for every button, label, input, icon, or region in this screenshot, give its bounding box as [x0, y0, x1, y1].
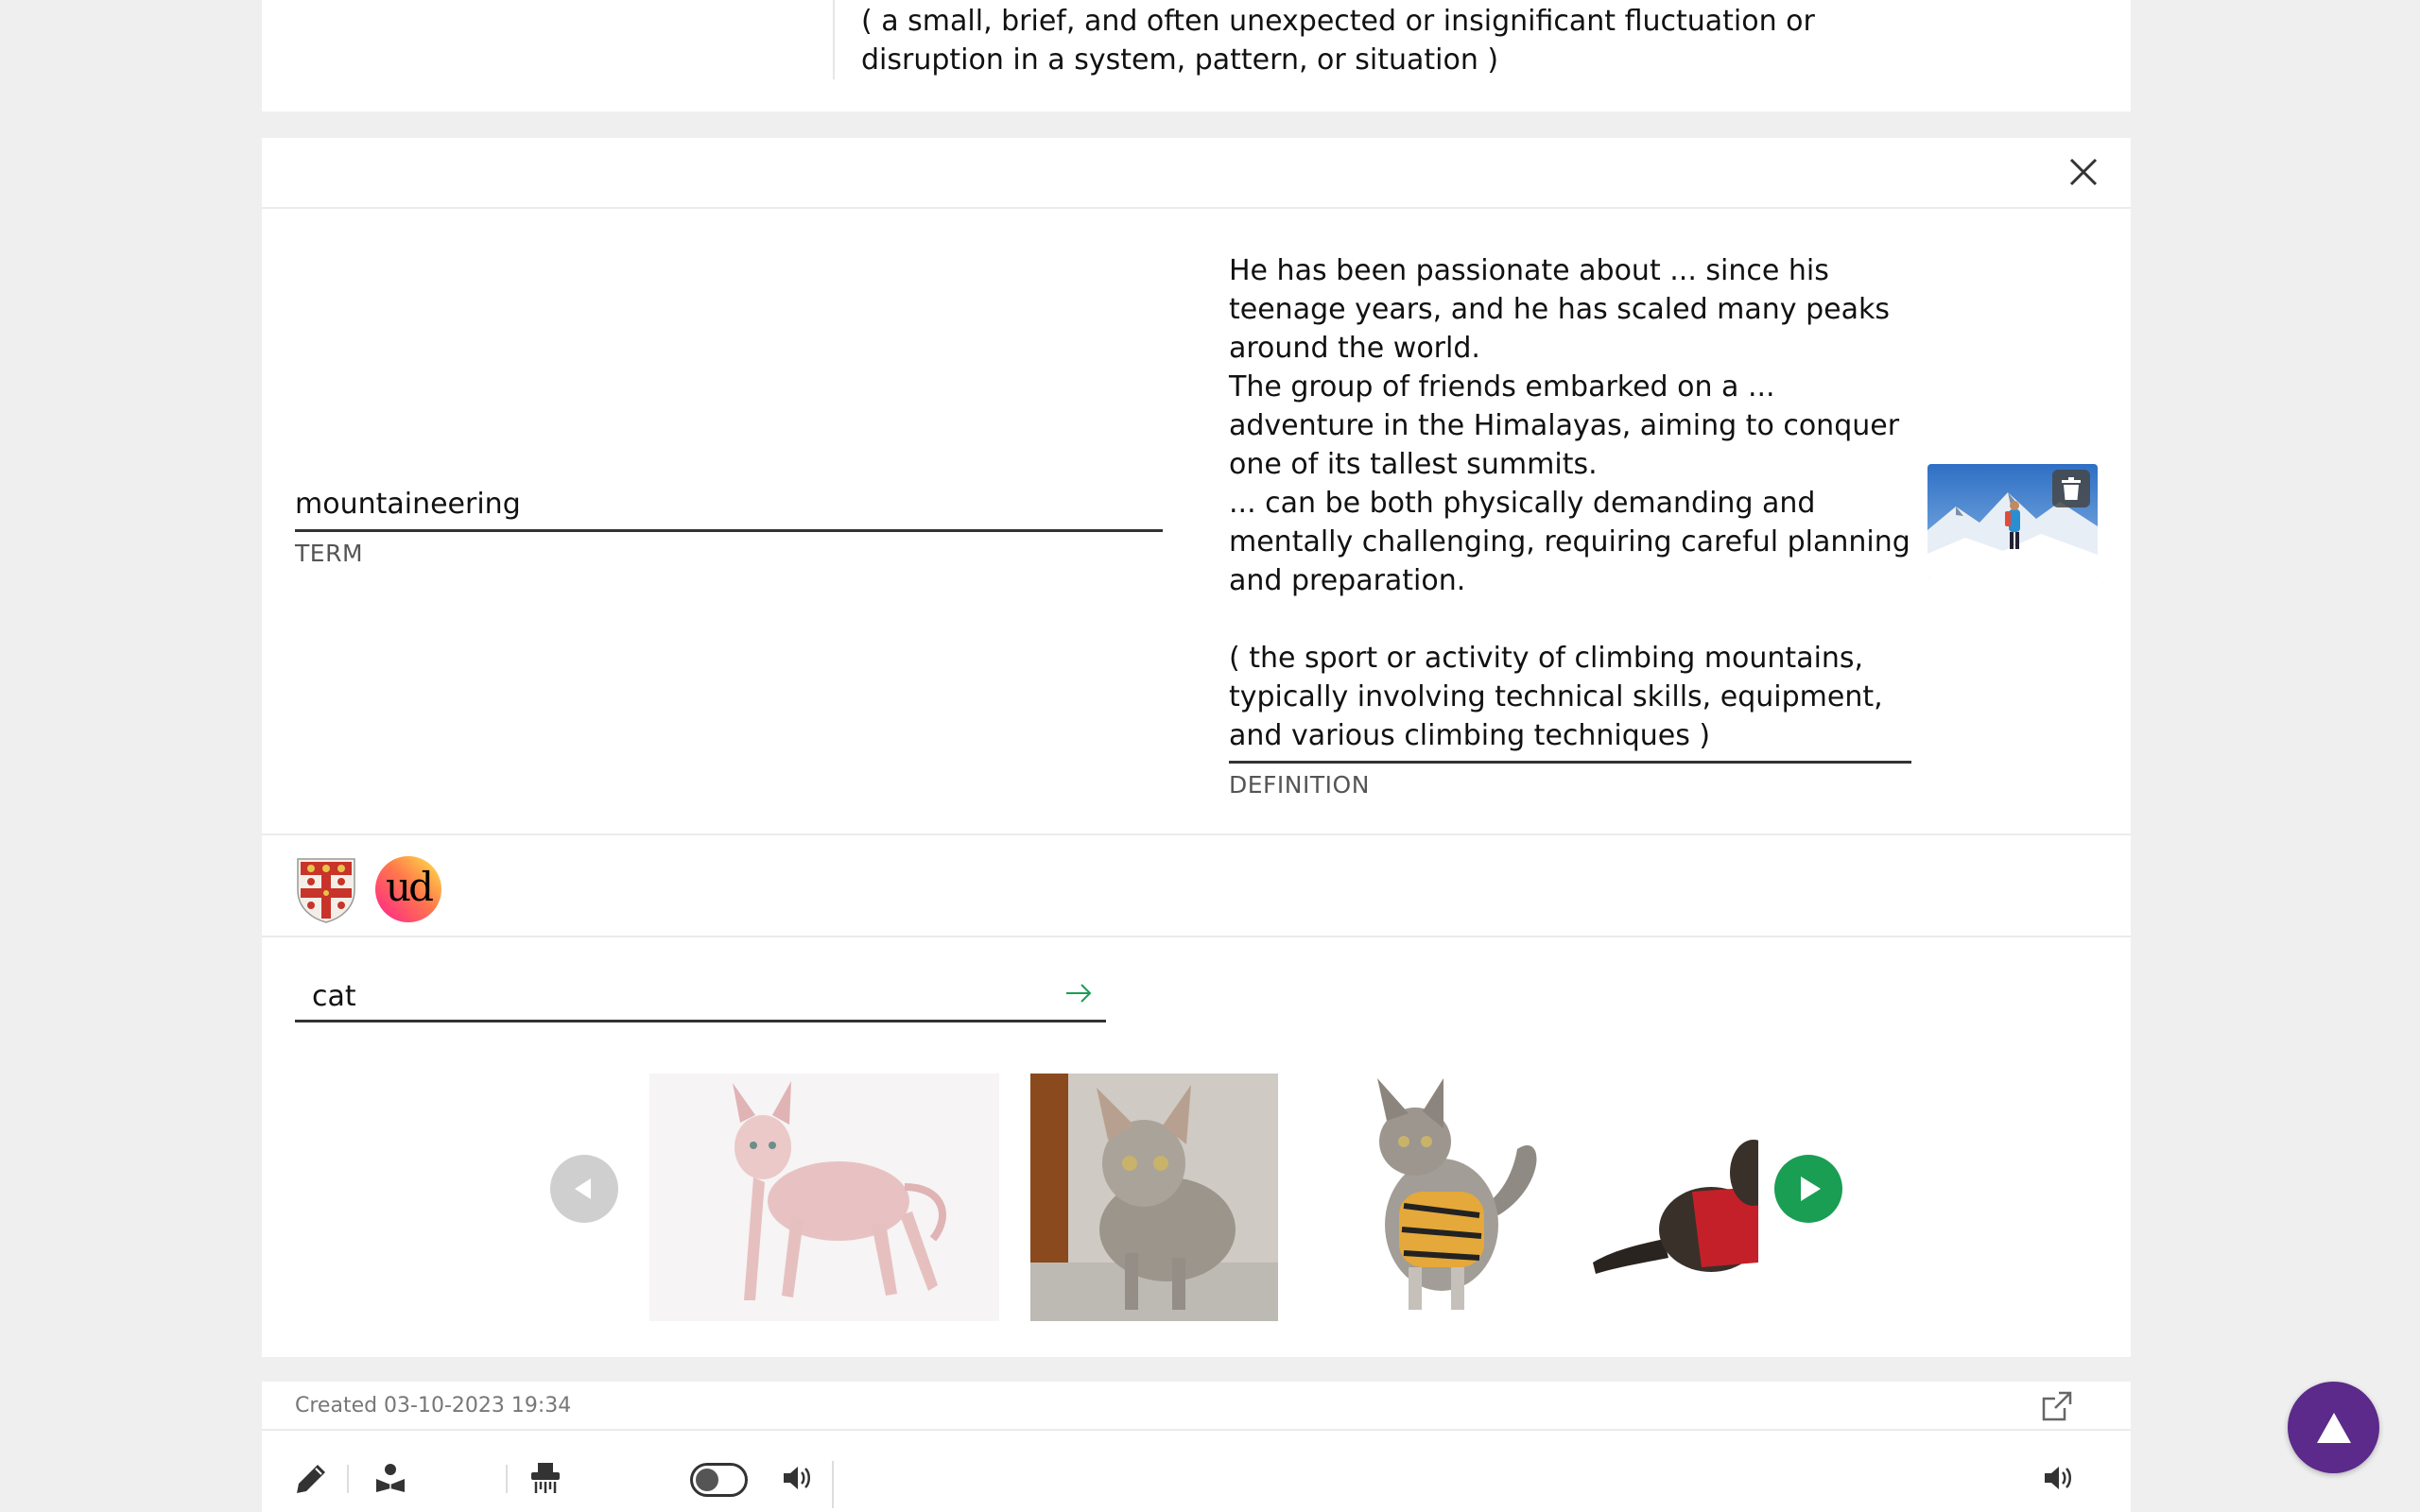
speaker-icon	[2045, 1467, 2071, 1489]
cat-in-red-sweater-image	[1593, 1140, 1758, 1274]
delete-image-button[interactable]	[2052, 470, 2090, 507]
term-input[interactable]: mountaineering	[295, 481, 1163, 532]
reader-button[interactable]	[372, 1459, 409, 1497]
edit-card: mountaineering TERM He has been passiona…	[262, 138, 2131, 1357]
card-header	[262, 138, 2131, 209]
close-button[interactable]	[2065, 153, 2102, 191]
dictionary-bar: ud	[262, 833, 2131, 937]
carousel-prev-button[interactable]	[550, 1155, 618, 1223]
card-image[interactable]	[1927, 464, 2098, 578]
carousel-next-button[interactable]	[1774, 1155, 1842, 1223]
urban-dictionary-logo-text: ud	[386, 863, 434, 910]
image-search	[295, 970, 1106, 1022]
definition-label: DEFINITION	[1229, 771, 1370, 799]
next-card: Created 03-10-2023 19:34	[262, 1382, 2131, 1512]
cambridge-dictionary-button[interactable]	[295, 856, 361, 923]
card-meta-row: Created 03-10-2023 19:34	[262, 1382, 2131, 1431]
image-result[interactable]	[1309, 1074, 1557, 1321]
column-divider	[832, 1461, 834, 1508]
column-divider	[833, 0, 835, 79]
term-label: TERM	[295, 540, 364, 567]
play-definition-audio-button[interactable]	[2039, 1459, 2077, 1497]
definition-input[interactable]: He has been passionate about ... since h…	[1229, 251, 1911, 764]
lykoi-cat-image	[1030, 1074, 1278, 1321]
pencil-icon	[297, 1465, 325, 1493]
play-term-audio-button[interactable]	[778, 1459, 816, 1497]
scroll-to-top-button[interactable]	[2288, 1382, 2379, 1473]
toolbar-divider	[347, 1465, 349, 1493]
cambridge-shield-icon	[297, 858, 355, 923]
triangle-left-icon	[575, 1178, 591, 1199]
urban-dictionary-button[interactable]: ud	[375, 856, 441, 922]
term-field[interactable]: mountaineering TERM	[295, 481, 1163, 567]
image-result[interactable]	[1030, 1074, 1278, 1321]
play-icon	[1801, 1177, 1821, 1201]
shredder-icon	[531, 1463, 560, 1493]
sphynx-cat-image	[733, 1081, 946, 1300]
previous-definition: ( a small, brief, and often unexpected o…	[861, 5, 1815, 77]
definition-field[interactable]: He has been passionate about ... since h…	[1229, 251, 1911, 799]
external-link-icon	[2042, 1391, 2072, 1421]
close-icon	[2069, 158, 2098, 186]
arrow-right-icon	[1066, 984, 1092, 1003]
reader-toggle[interactable]	[690, 1463, 748, 1497]
triangle-up-icon	[2316, 1412, 2351, 1443]
image-result[interactable]	[649, 1074, 999, 1321]
toolbar-divider	[506, 1465, 508, 1493]
image-result[interactable]	[1588, 1074, 1758, 1321]
edit-button[interactable]	[293, 1459, 331, 1497]
reader-icon	[376, 1464, 405, 1492]
image-carousel	[262, 1074, 2131, 1324]
open-external-button[interactable]	[2040, 1389, 2074, 1423]
created-timestamp: Created 03-10-2023 19:34	[295, 1394, 572, 1418]
maine-coon-cat-image	[1377, 1078, 1537, 1310]
toggle-knob	[696, 1469, 718, 1491]
trash-icon	[2062, 477, 2081, 500]
image-search-input[interactable]	[312, 975, 1030, 1017]
shred-button[interactable]	[527, 1459, 564, 1497]
search-submit-button[interactable]	[1059, 973, 1098, 1013]
previous-card: ( a small, brief, and often unexpected o…	[262, 0, 2131, 112]
speaker-icon	[784, 1467, 810, 1489]
